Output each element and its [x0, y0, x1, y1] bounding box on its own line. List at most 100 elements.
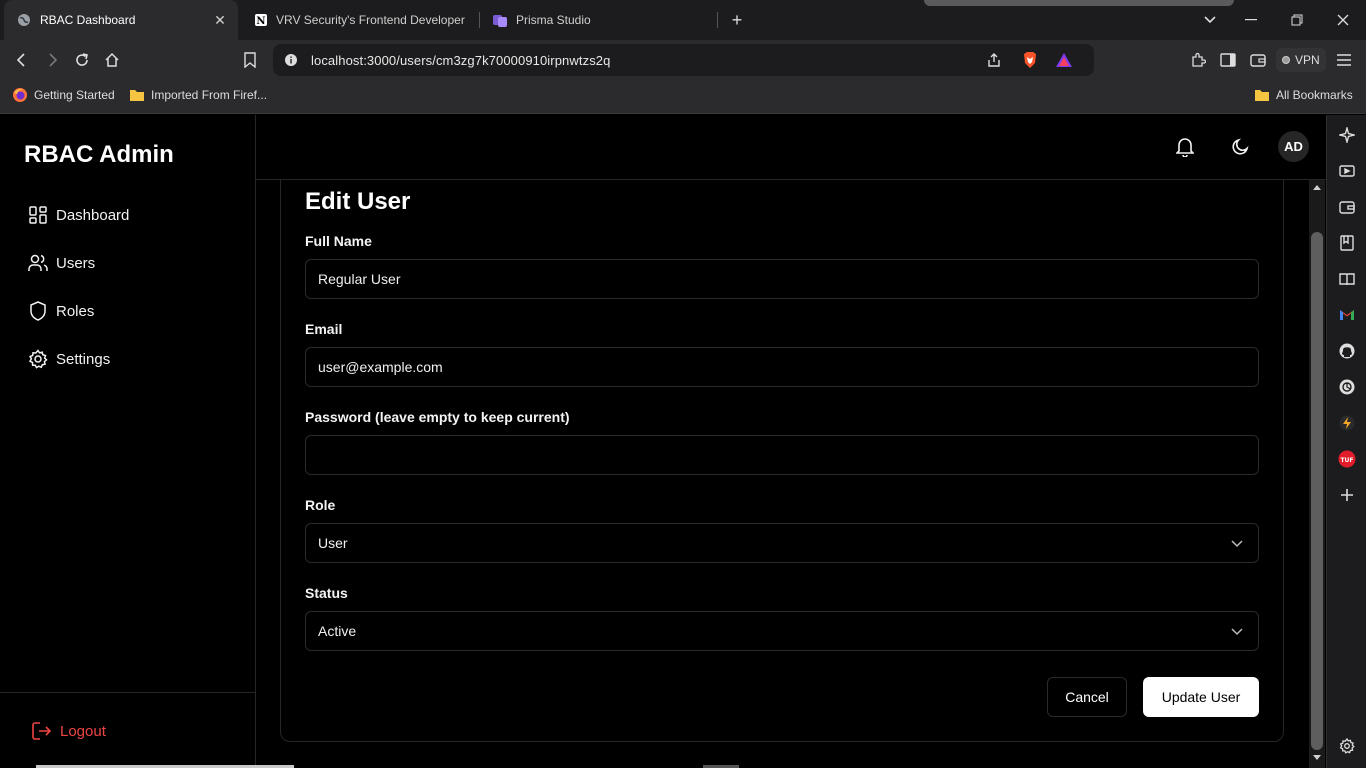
dashboard-grid-icon [28, 205, 48, 225]
logout-icon [32, 721, 52, 741]
role-select[interactable]: User [305, 523, 1259, 563]
chatgpt-icon[interactable] [1337, 377, 1357, 397]
app-sidebar: RBAC Admin Dashboard Users Roles Setting… [0, 115, 256, 768]
bookmarks-panel-icon[interactable] [1337, 233, 1357, 253]
sidebar-toggle-icon[interactable] [1218, 50, 1238, 70]
bookmark-icon[interactable] [238, 48, 262, 72]
reading-list-icon[interactable] [1337, 269, 1357, 289]
new-tab-plus-icon[interactable]: + [726, 10, 748, 30]
sidebar-item-label: Roles [56, 302, 95, 320]
vpn-status-dot [1282, 56, 1290, 64]
home-icon[interactable] [100, 48, 124, 72]
menu-hamburger-icon[interactable] [1334, 50, 1354, 70]
shield-icon [28, 301, 48, 321]
user-avatar[interactable]: AD [1278, 131, 1309, 162]
wallet-icon[interactable] [1337, 197, 1357, 217]
side-panel-settings-gear-icon[interactable] [1337, 736, 1357, 756]
scroll-up-arrow-icon[interactable] [1313, 185, 1321, 190]
notification-bell-icon[interactable] [1174, 136, 1196, 158]
bolt-extension-icon[interactable] [1337, 413, 1357, 433]
leo-ai-icon[interactable] [1337, 125, 1357, 145]
brand-title: RBAC Admin [24, 141, 174, 168]
forward-arrow-icon[interactable] [40, 48, 64, 72]
dark-mode-moon-icon[interactable] [1229, 136, 1251, 158]
tuf-extension-icon[interactable]: TUF [1337, 449, 1357, 469]
all-bookmarks-folder[interactable]: All Bookmarks [1254, 80, 1353, 110]
add-panel-plus-icon[interactable] [1337, 485, 1357, 505]
browser-side-panel: TUF [1326, 115, 1366, 768]
logout-button[interactable]: Logout [32, 720, 106, 742]
vpn-label: VPN [1295, 53, 1320, 67]
sidebar-item-label: Users [56, 254, 96, 272]
chevron-down-icon [1230, 625, 1244, 639]
gmail-icon[interactable] [1337, 305, 1357, 325]
app-header: AD [256, 115, 1326, 180]
sidebar-item-roles[interactable]: Roles [28, 299, 94, 323]
bookmark-label: Getting Started [34, 88, 115, 102]
tab-title: VRV Security's Frontend Developer I [276, 13, 468, 27]
update-user-button[interactable]: Update User [1143, 677, 1259, 717]
email-input[interactable] [305, 347, 1259, 387]
users-icon [28, 253, 48, 273]
close-tab-icon[interactable]: ✕ [212, 12, 228, 28]
bookmark-getting-started[interactable]: Getting Started [12, 80, 115, 110]
close-window-icon[interactable] [1321, 0, 1365, 40]
brave-rewards-icon[interactable] [1054, 50, 1074, 70]
tab-title: RBAC Dashboard [40, 13, 136, 27]
scrollbar-thumb[interactable] [1311, 232, 1323, 750]
bookmarks-bar: Getting Started Imported From Firef... A… [0, 80, 1366, 114]
chevron-down-icon[interactable] [1200, 10, 1220, 30]
email-label: Email [305, 321, 343, 337]
minimize-icon[interactable] [1229, 0, 1273, 40]
site-info-icon[interactable] [283, 52, 299, 68]
window-drag-handle[interactable] [924, 0, 1234, 6]
full-name-input[interactable] [305, 259, 1259, 299]
sidebar-item-label: Dashboard [56, 206, 130, 224]
page-scrollbar[interactable] [1309, 180, 1325, 768]
restore-icon[interactable] [1275, 0, 1319, 40]
tab-title: Prisma Studio [516, 13, 591, 27]
scroll-down-arrow-icon[interactable] [1313, 755, 1321, 760]
password-input[interactable] [305, 435, 1259, 475]
sidebar-item-users[interactable]: Users [28, 251, 95, 275]
prisma-icon [492, 12, 508, 28]
extensions-puzzle-icon[interactable] [1188, 50, 1208, 70]
all-bookmarks-label: All Bookmarks [1276, 88, 1353, 102]
github-icon[interactable] [1337, 341, 1357, 361]
password-label: Password (leave empty to keep current) [305, 409, 570, 425]
bookmark-imported-folder[interactable]: Imported From Firef... [129, 80, 267, 110]
wallet-icon[interactable] [1248, 50, 1268, 70]
main-content: Edit User Full Name Email Password (leav… [256, 180, 1310, 768]
logout-label: Logout [60, 722, 106, 740]
edit-user-card: Edit User Full Name Email Password (leav… [280, 180, 1284, 742]
tab-prisma-studio[interactable]: Prisma Studio [486, 0, 716, 40]
sidebar-item-dashboard[interactable]: Dashboard [28, 203, 129, 227]
status-select[interactable]: Active [305, 611, 1259, 651]
gear-icon [28, 349, 48, 369]
tab-vrv-security[interactable]: N VRV Security's Frontend Developer I [248, 0, 468, 40]
tab-rbac-dashboard[interactable]: RBAC Dashboard ✕ [4, 0, 238, 40]
avatar-initials: AD [1284, 139, 1303, 154]
folder-icon [1254, 87, 1270, 103]
globe-icon [16, 12, 32, 28]
bookmark-label: Imported From Firef... [151, 88, 268, 102]
sidebar-item-label: Settings [56, 350, 111, 368]
url-text: localhost:3000/users/cm3zg7k70000910irpn… [311, 52, 611, 68]
back-arrow-icon[interactable] [10, 48, 34, 72]
app-root: RBAC Admin Dashboard Users Roles Setting… [0, 115, 1326, 768]
brave-shields-icon[interactable] [1020, 50, 1040, 70]
firefox-icon [12, 87, 28, 103]
sidebar-item-settings[interactable]: Settings [28, 347, 110, 371]
vpn-button[interactable]: VPN [1276, 48, 1326, 72]
tab-separator [717, 12, 718, 28]
cancel-button[interactable]: Cancel [1047, 677, 1127, 717]
address-bar[interactable]: localhost:3000/users/cm3zg7k70000910irpn… [273, 44, 1094, 76]
reload-icon[interactable] [70, 48, 94, 72]
sidebar-divider [0, 692, 256, 693]
notion-icon: N [254, 12, 268, 28]
tab-separator [479, 12, 480, 28]
video-icon[interactable] [1337, 161, 1357, 181]
share-icon[interactable] [984, 50, 1004, 70]
chevron-down-icon [1230, 537, 1244, 551]
role-label: Role [305, 497, 336, 513]
